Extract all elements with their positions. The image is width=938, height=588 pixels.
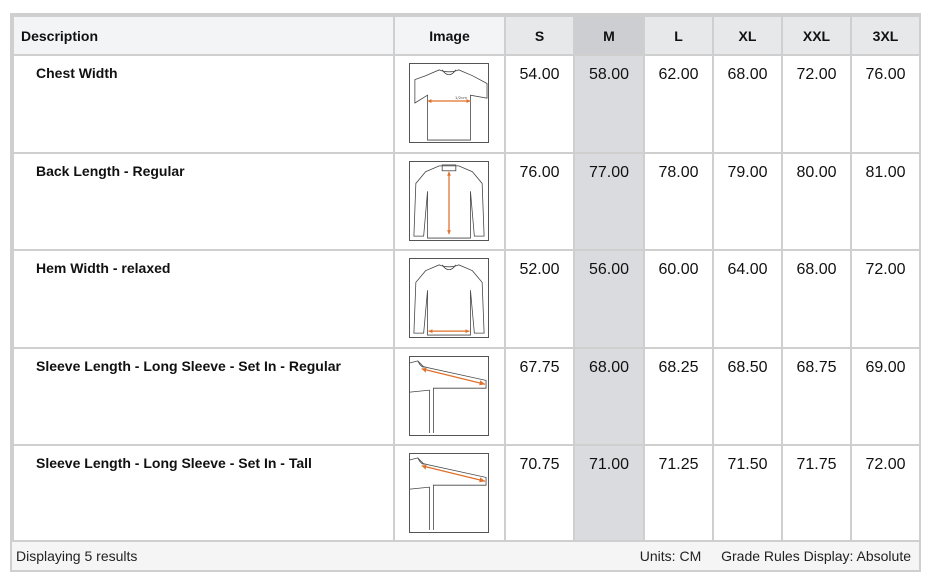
value-cell-m[interactable]: 77.00 — [573, 151, 645, 251]
sleeve-length-diagram-icon[interactable] — [409, 355, 489, 436]
value-cell-l[interactable]: 71.25 — [643, 444, 714, 544]
value-cell-xxl[interactable]: 68.75 — [781, 346, 852, 446]
row-description: Sleeve Length - Long Sleeve - Set In - T… — [12, 444, 395, 544]
sleeve-length-tall-diagram-icon[interactable] — [409, 453, 489, 533]
row-description: Sleeve Length - Long Sleeve - Set In - R… — [12, 346, 395, 446]
header-size-xl[interactable]: XL — [712, 15, 783, 56]
value-cell-s[interactable]: 54.00 — [504, 54, 575, 154]
header-size-l[interactable]: L — [643, 15, 714, 56]
table-row[interactable]: Hem Width - relaxed 52.00 56.00 60.00 64… — [12, 249, 921, 349]
value-cell-m[interactable]: 56.00 — [573, 249, 645, 349]
value-cell-xxl[interactable]: 71.75 — [781, 444, 852, 544]
header-image: Image — [393, 15, 506, 56]
row-image-cell: 1/2cm — [393, 54, 506, 154]
sweater-back-icon — [413, 164, 485, 238]
back-length-diagram-icon[interactable] — [409, 160, 489, 241]
value-cell-l[interactable]: 60.00 — [643, 249, 714, 349]
row-image-cell — [393, 151, 506, 251]
value-cell-l[interactable]: 62.00 — [643, 54, 714, 154]
value-cell-l[interactable]: 78.00 — [643, 151, 714, 251]
value-cell-m[interactable]: 68.00 — [573, 346, 645, 446]
table-row[interactable]: Back Length - Regular 76.00 77.00 78.00 … — [12, 151, 921, 251]
table-row[interactable]: Chest Width 1/2cm 54.00 58.00 62.00 68.0… — [12, 54, 921, 154]
value-cell-m[interactable]: 71.00 — [573, 444, 645, 544]
table-row[interactable]: Sleeve Length - Long Sleeve - Set In - R… — [12, 346, 921, 446]
value-cell-xl[interactable]: 68.00 — [712, 54, 783, 154]
value-cell-xl[interactable]: 64.00 — [712, 249, 783, 349]
value-cell-3xl[interactable]: 72.00 — [850, 249, 921, 349]
header-size-xxl[interactable]: XXL — [781, 15, 852, 56]
sweater-front-icon: 1/2cm — [414, 69, 488, 141]
sweater-sleeve-icon — [410, 359, 487, 433]
grade-rules-label: Grade Rules Display: Absolute — [721, 548, 911, 564]
hem-width-diagram-icon[interactable] — [409, 258, 489, 338]
value-cell-s[interactable]: 70.75 — [504, 444, 575, 544]
header-size-m[interactable]: M — [573, 15, 645, 56]
value-cell-3xl[interactable]: 69.00 — [850, 346, 921, 446]
size-chart-panel: Description Image S M L XL XXL 3XL Chest… — [10, 13, 921, 572]
table-footer: Displaying 5 results Units: CM Grade Rul… — [12, 540, 919, 570]
size-chart-table: Description Image S M L XL XXL 3XL Chest… — [12, 15, 921, 544]
row-image-cell — [393, 249, 506, 349]
value-cell-xxl[interactable]: 68.00 — [781, 249, 852, 349]
value-cell-xl[interactable]: 71.50 — [712, 444, 783, 544]
sweater-sleeve-tall-icon — [410, 457, 487, 531]
row-description: Chest Width — [12, 54, 395, 154]
svg-text:1/2cm: 1/2cm — [455, 95, 467, 100]
row-image-cell — [393, 444, 506, 544]
units-label: Units: CM — [639, 548, 702, 564]
value-cell-xl[interactable]: 68.50 — [712, 346, 783, 446]
chest-width-diagram-icon[interactable]: 1/2cm — [409, 63, 489, 143]
value-cell-s[interactable]: 76.00 — [504, 151, 575, 251]
results-count: Displaying 5 results — [16, 548, 138, 564]
row-description: Hem Width - relaxed — [12, 249, 395, 349]
header-row: Description Image S M L XL XXL 3XL — [12, 15, 921, 56]
header-size-s[interactable]: S — [504, 15, 575, 56]
row-image-cell — [393, 346, 506, 446]
value-cell-s[interactable]: 67.75 — [504, 346, 575, 446]
footer-meta: Units: CM Grade Rules Display: Absolute — [624, 548, 911, 564]
value-cell-xl[interactable]: 79.00 — [712, 151, 783, 251]
header-description[interactable]: Description — [12, 15, 395, 56]
value-cell-xxl[interactable]: 72.00 — [781, 54, 852, 154]
row-description: Back Length - Regular — [12, 151, 395, 251]
value-cell-3xl[interactable]: 72.00 — [850, 444, 921, 544]
value-cell-xxl[interactable]: 80.00 — [781, 151, 852, 251]
value-cell-l[interactable]: 68.25 — [643, 346, 714, 446]
value-cell-m[interactable]: 58.00 — [573, 54, 645, 154]
table-row[interactable]: Sleeve Length - Long Sleeve - Set In - T… — [12, 444, 921, 544]
value-cell-3xl[interactable]: 76.00 — [850, 54, 921, 154]
value-cell-3xl[interactable]: 81.00 — [850, 151, 921, 251]
sweater-hem-icon — [413, 264, 485, 336]
header-size-3xl[interactable]: 3XL — [850, 15, 921, 56]
value-cell-s[interactable]: 52.00 — [504, 249, 575, 349]
